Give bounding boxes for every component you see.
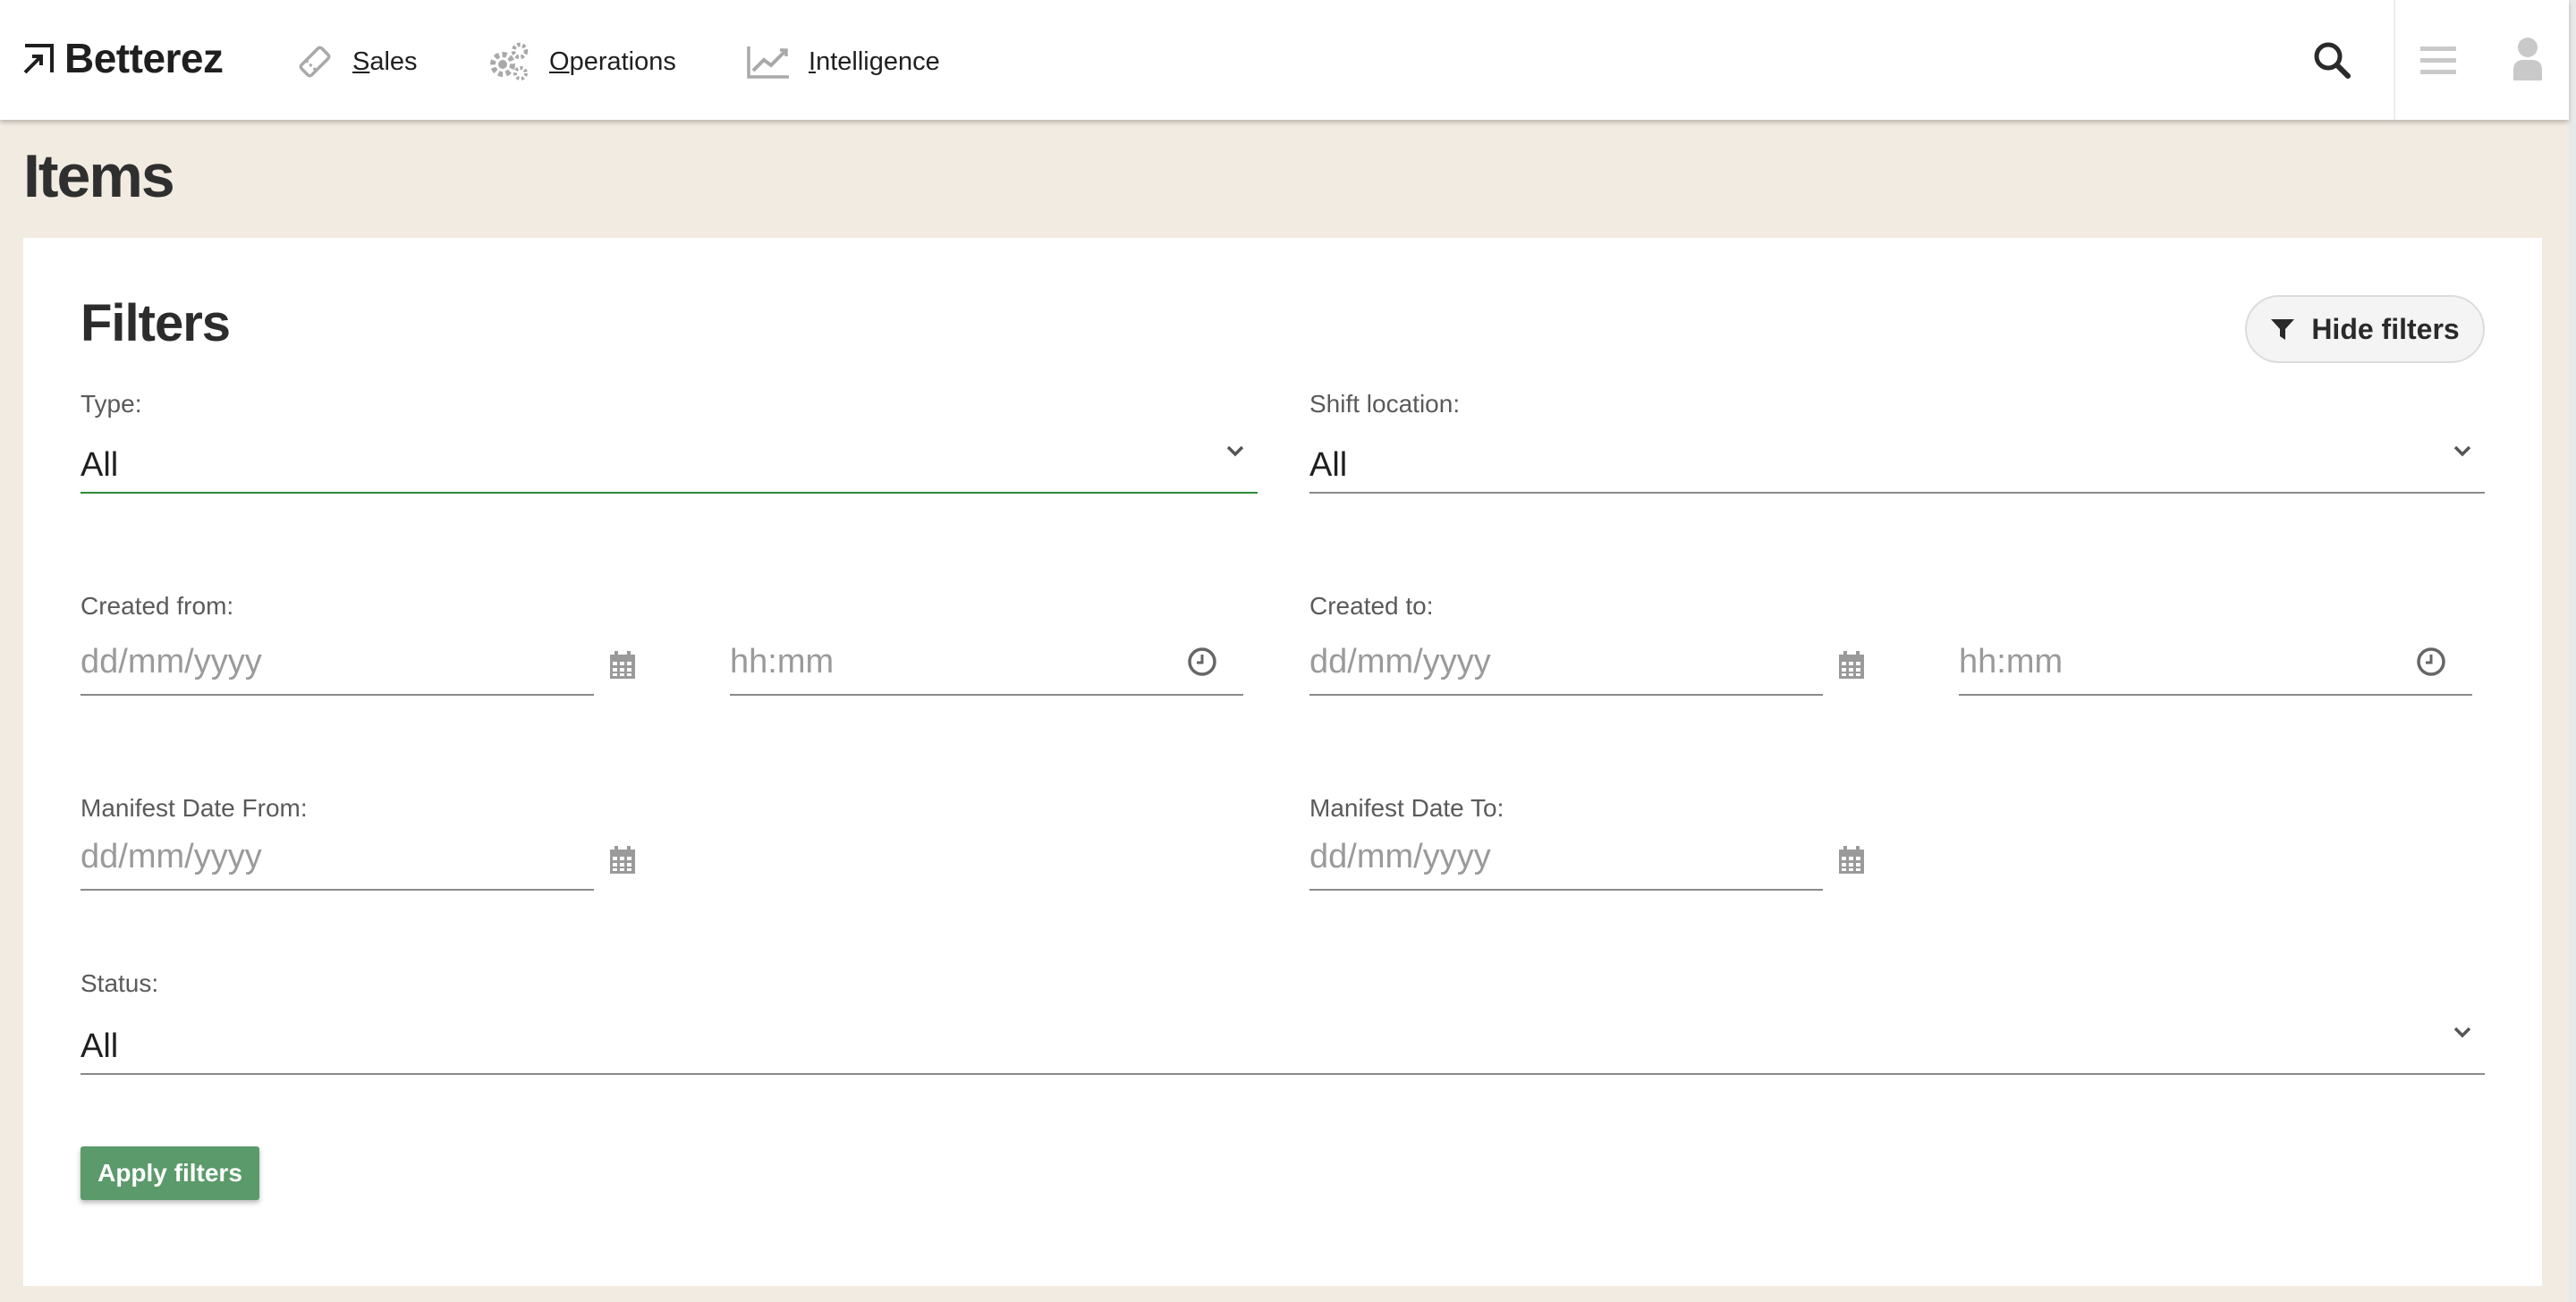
nav-item-operations[interactable]: Operations [487,39,676,84]
filters-title: Filters [80,294,231,352]
nav-label-operations: Operations [549,46,676,76]
created-to-label: Created to: [1309,592,1434,620]
manifest-to-date-placeholder: dd/mm/yyyy [1309,838,1491,875]
calendar-icon [1839,651,1864,679]
status-label: Status: [80,969,159,997]
status-select-value: All [80,1027,119,1065]
calendar-icon [610,846,635,874]
created-to-time-input[interactable]: hh:mm [1959,637,2472,696]
created-to-time-placeholder: hh:mm [1959,643,2063,681]
manifest-from-date-input[interactable]: dd/mm/yyyy [80,832,594,891]
brand-name: Betterez [64,35,224,81]
brand-logo[interactable]: Betterez [21,34,224,82]
created-from-time-placeholder: hh:mm [730,643,835,681]
chevron-down-icon [2453,445,2471,457]
nav-item-sales[interactable]: Sales [295,39,418,84]
manifest-from-calendar-button[interactable] [606,844,639,876]
gears-icon [487,39,531,84]
scrollbar[interactable] [2569,0,2576,1302]
created-from-date-placeholder: dd/mm/yyyy [80,643,262,681]
user-icon [2513,38,2542,80]
chart-line-icon [746,44,791,80]
created-from-time-button[interactable] [1186,646,1218,678]
chevron-down-icon [1226,445,1244,457]
chevron-down-icon [2453,1027,2471,1038]
user-menu-button[interactable] [2508,36,2547,82]
created-from-time-input[interactable]: hh:mm [730,637,1243,696]
search-icon [2314,42,2351,79]
calendar-icon [610,651,635,679]
manifest-to-calendar-button[interactable] [1835,844,1868,876]
filters-card: Filters Hide filters Type: All Shift loc… [23,238,2542,1286]
created-from-label: Created from: [80,592,234,620]
type-label: Type: [80,390,142,418]
apply-filters-button[interactable]: Apply filters [80,1146,259,1200]
hide-filters-button[interactable]: Hide filters [2245,295,2485,363]
header-divider [2394,0,2395,120]
created-to-date-input[interactable]: dd/mm/yyyy [1309,637,1823,696]
created-to-time-button[interactable] [2415,646,2447,678]
nav-item-intelligence[interactable]: Intelligence [746,39,940,84]
type-select-value: All [80,446,119,484]
ticket-icon [295,42,335,81]
manifest-to-date-input[interactable]: dd/mm/yyyy [1309,832,1823,891]
manifest-to-label: Manifest Date To: [1309,794,1504,822]
brand-arrow-icon [23,44,54,74]
shift-location-label: Shift location: [1309,390,1461,418]
menu-button[interactable] [2419,41,2458,80]
calendar-icon [1839,846,1864,874]
nav-label-sales: Sales [352,46,418,76]
top-navigation-bar: Betterez Sales Operations Intelligence [0,0,2569,120]
created-to-calendar-button[interactable] [1835,649,1868,681]
type-select[interactable]: All [80,431,1258,494]
page-title: Items [23,142,175,210]
nav-label-intelligence: Intelligence [809,46,940,76]
hide-filters-label: Hide filters [2311,312,2460,345]
created-from-calendar-button[interactable] [606,649,639,681]
clock-icon [1188,647,1216,676]
filter-funnel-icon [2271,319,2295,340]
shift-location-select-value: All [1309,446,1348,484]
created-from-date-input[interactable]: dd/mm/yyyy [80,637,594,696]
clock-icon [2417,647,2445,676]
created-to-date-placeholder: dd/mm/yyyy [1309,643,1491,681]
manifest-from-label: Manifest Date From: [80,794,308,822]
status-select[interactable]: All [80,1012,2485,1075]
search-button[interactable] [2309,38,2354,82]
manifest-from-date-placeholder: dd/mm/yyyy [80,838,262,875]
hamburger-menu-icon [2420,46,2456,74]
shift-location-select[interactable]: All [1309,431,2485,494]
